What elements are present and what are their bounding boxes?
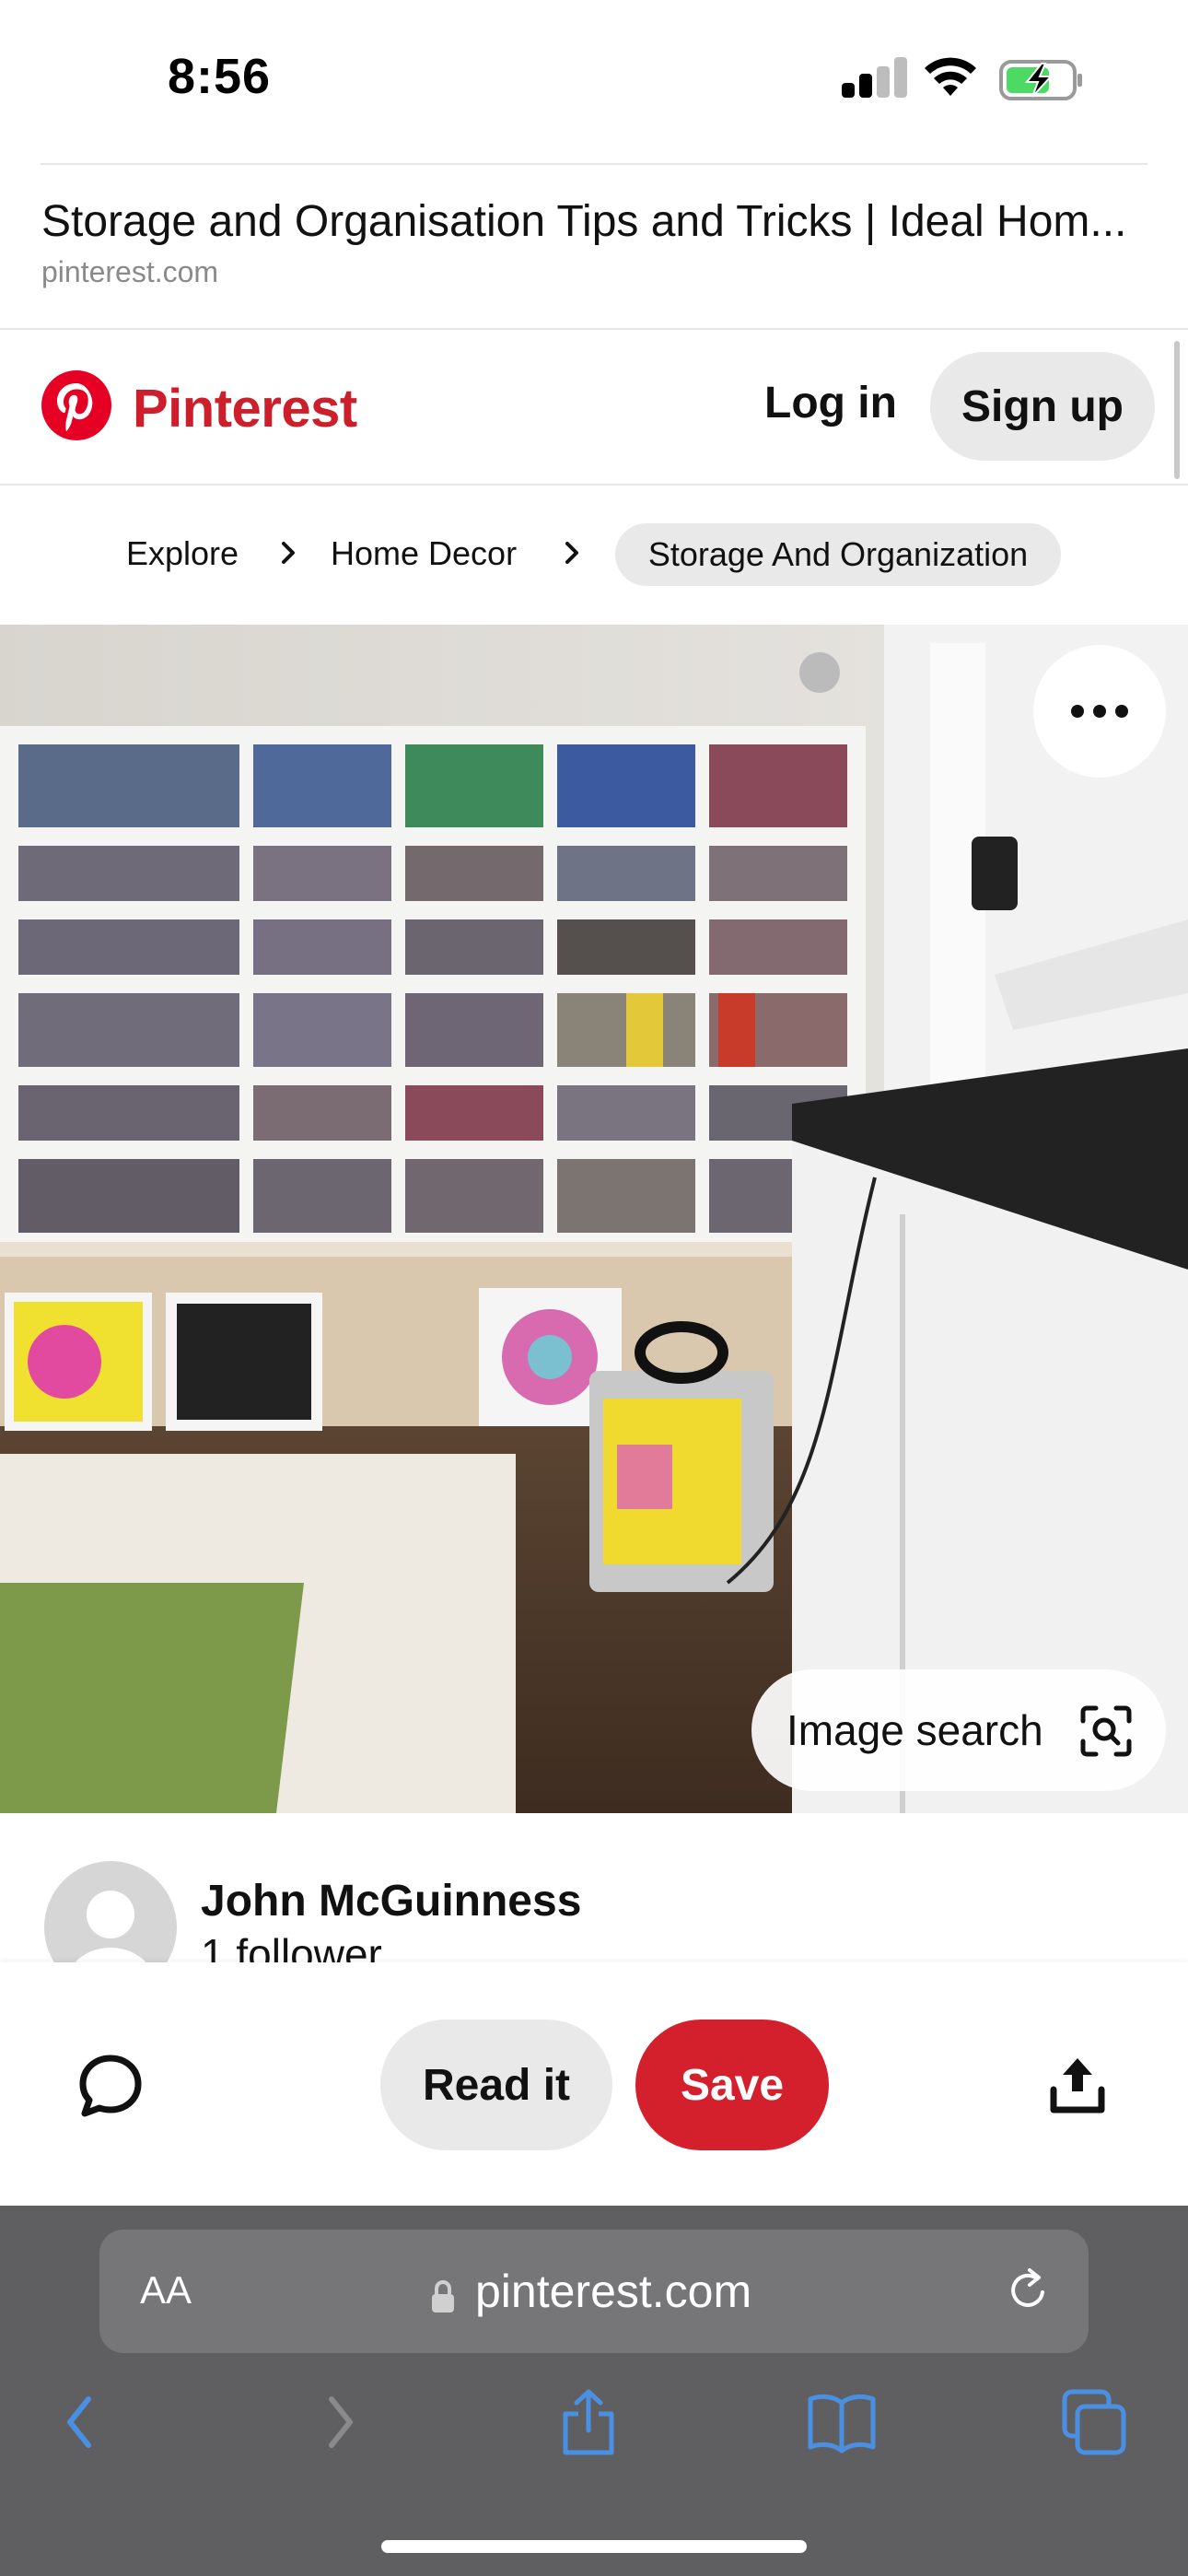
forward-icon[interactable] (322, 2388, 359, 2456)
pin-image[interactable] (0, 625, 1188, 1813)
signup-button[interactable]: Sign up (930, 352, 1155, 461)
tabs-icon[interactable] (1061, 2388, 1127, 2456)
battery-charging-icon (999, 60, 1082, 100)
more-dot-icon (1071, 705, 1084, 718)
scrollbar[interactable] (1174, 341, 1180, 479)
image-search-label: Image search (786, 1706, 1043, 1754)
image-search-button[interactable]: Image search (751, 1669, 1166, 1791)
more-dot-icon (1115, 705, 1128, 718)
page-header-divider (0, 328, 1188, 330)
cellular-signal-icon (842, 57, 907, 98)
author-name[interactable]: John McGuinness (201, 1876, 581, 1926)
header-divider (41, 163, 1147, 165)
status-bar: 8:56 (0, 0, 1188, 157)
page-domain: pinterest.com (41, 255, 219, 288)
comment-icon[interactable] (76, 2051, 146, 2121)
more-dot-icon (1093, 705, 1106, 718)
save-button[interactable]: Save (635, 2020, 829, 2150)
reload-icon[interactable] (1002, 2265, 1054, 2316)
aa-label: AA (140, 2268, 192, 2312)
breadcrumb-storage-and-organization[interactable]: Storage And Organization (615, 523, 1061, 586)
read-it-button[interactable]: Read it (380, 2020, 612, 2150)
nav-divider (0, 484, 1188, 486)
chevron-right-icon (565, 542, 578, 564)
breadcrumb-home-decor[interactable]: Home Decor (331, 534, 517, 573)
breadcrumb-explore[interactable]: Explore (126, 534, 239, 573)
pinterest-logo-icon[interactable] (41, 370, 111, 440)
wifi-icon (925, 57, 976, 96)
more-options-button[interactable] (1033, 645, 1166, 778)
lock-icon (432, 2280, 454, 2313)
room-illustration (0, 625, 1188, 1813)
back-icon[interactable] (61, 2388, 98, 2456)
status-time: 8:56 (168, 49, 272, 104)
pinterest-brand[interactable]: Pinterest (133, 378, 357, 439)
page-title: Storage and Organisation Tips and Tricks… (41, 197, 1127, 246)
visual-search-icon (1080, 1705, 1132, 1757)
text-size-button[interactable]: AA (140, 2268, 192, 2313)
share-icon[interactable] (1048, 2053, 1107, 2115)
login-button[interactable]: Log in (764, 378, 897, 428)
share-sheet-icon[interactable] (558, 2388, 619, 2456)
bookmarks-icon[interactable] (807, 2388, 877, 2456)
home-indicator[interactable] (381, 2540, 807, 2553)
chevron-right-icon (282, 542, 295, 564)
url-text[interactable]: pinterest.com (475, 2265, 751, 2318)
